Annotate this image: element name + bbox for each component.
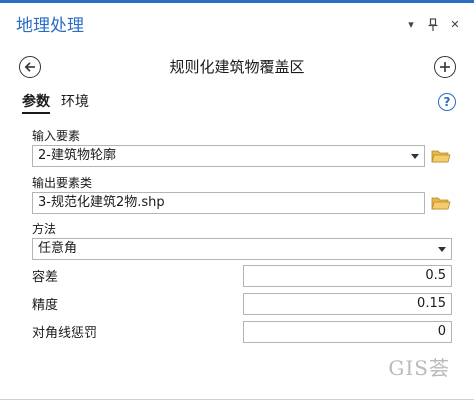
input-features-label: 输入要素 [32,129,81,143]
pane-title: 地理处理 [16,16,84,36]
pane-header: 地理处理 ▾ ✕ [0,3,474,47]
pane-controls: ▾ ✕ [404,17,462,33]
active-tab-indicator [22,112,50,114]
input-features-value: 2-建筑物轮廓 [38,148,116,163]
precision-label: 精度 [32,298,59,313]
output-features-value: 3-规范化建筑2物.shp [38,195,165,210]
pin-icon[interactable] [426,17,440,33]
chevron-down-icon[interactable] [411,154,419,159]
chevron-down-icon[interactable] [438,247,446,252]
tolerance-input[interactable]: 0.5 [243,265,452,287]
watermark-logo: GIS荟 [388,356,450,380]
folder-icon[interactable] [431,195,451,211]
add-icon [440,62,450,72]
tab-environments[interactable]: 环境 [61,93,89,111]
tool-bar: 规则化建筑物覆盖区 [0,50,474,86]
folder-icon[interactable] [431,148,451,164]
tool-title: 规则化建筑物覆盖区 [169,58,305,76]
tolerance-label: 容差 [32,270,59,285]
tab-parameters[interactable]: 参数 [22,93,50,111]
tabs: 参数 环境 ? [0,90,474,116]
output-features-label: 输出要素类 [32,176,93,190]
pane-menu-button[interactable]: ▾ [404,17,418,33]
method-combobox[interactable]: 任意角 [32,238,452,260]
precision-input[interactable]: 0.15 [243,293,452,315]
method-value: 任意角 [38,241,78,256]
diagonal-penalty-input[interactable]: 0 [243,321,452,343]
add-button[interactable] [434,56,456,78]
output-features-field[interactable]: 3-规范化建筑2物.shp [32,192,425,214]
diagonal-penalty-label: 对角线惩罚 [32,326,98,341]
close-icon[interactable]: ✕ [448,17,462,33]
method-label: 方法 [32,222,57,236]
help-icon[interactable]: ? [438,93,456,111]
input-features-combobox[interactable]: 2-建筑物轮廓 [32,145,425,167]
